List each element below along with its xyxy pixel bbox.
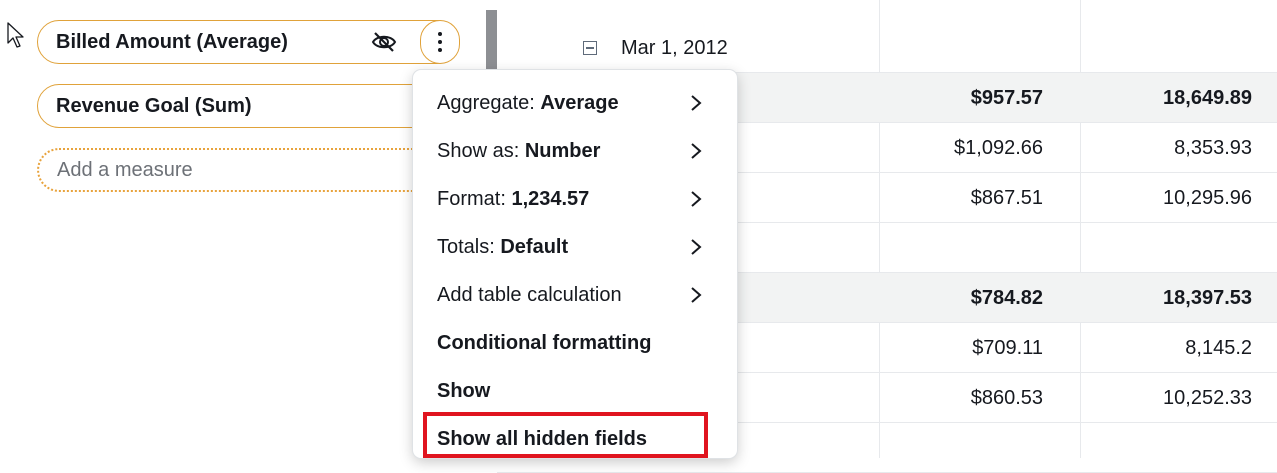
menu-item-totals[interactable]: Totals: Default — [413, 223, 737, 271]
chevron-right-icon — [691, 95, 702, 111]
menu-item-label: Format: — [437, 188, 512, 210]
vertical-ellipsis-icon — [438, 32, 442, 36]
cell-billed-amount: $1,092.66 — [954, 137, 1043, 159]
cell-revenue-goal: 18,649.89 — [1163, 87, 1252, 109]
menu-item-label: Conditional formatting — [437, 332, 652, 354]
chevron-right-icon — [691, 143, 702, 159]
cell-billed-amount: $784.82 — [970, 287, 1043, 309]
menu-item-label: Aggregate: — [437, 92, 541, 114]
menu-item-value: Default — [500, 236, 569, 258]
menu-item-value: 1,234.57 — [511, 188, 590, 210]
add-measure-placeholder: Add a measure — [57, 158, 193, 181]
menu-item-label: Show — [437, 380, 491, 402]
menu-item-value: Number — [524, 140, 601, 162]
measure-pill-billed-amount[interactable]: Billed Amount (Average) — [37, 20, 460, 64]
measure-pill-revenue-goal[interactable]: Revenue Goal (Sum) — [37, 84, 459, 128]
menu-item-conditional-formatting[interactable]: Conditional formatting — [413, 319, 737, 367]
measure-pill-label: Billed Amount (Average) — [56, 30, 288, 53]
menu-item-add-table-calculation[interactable]: Add table calculation — [413, 271, 737, 319]
menu-item-label: Totals: — [437, 236, 501, 258]
add-measure-drop-zone[interactable]: Add a measure — [37, 148, 459, 192]
cursor-arrow-icon — [7, 22, 24, 48]
eye-off-icon[interactable] — [370, 30, 398, 54]
cell-revenue-goal: 10,295.96 — [1163, 187, 1252, 209]
cell-billed-amount: $957.57 — [970, 87, 1043, 109]
highlight-annotation-box — [423, 412, 708, 458]
cell-revenue-goal: 8,145.2 — [1185, 337, 1252, 359]
chevron-right-icon — [691, 239, 702, 255]
field-context-menu: Aggregate: Average Show as: Number Forma… — [413, 70, 737, 458]
cell-revenue-goal: 18,397.53 — [1163, 287, 1252, 309]
measure-pill-label: Revenue Goal (Sum) — [56, 94, 252, 117]
field-more-options-button[interactable] — [420, 20, 460, 64]
cell-billed-amount: $867.51 — [970, 187, 1043, 209]
group-label: Mar 1, 2012 — [621, 37, 728, 59]
table-group-row: Mar 1, 2012 — [497, 23, 1277, 73]
cell-billed-amount: $860.53 — [970, 387, 1043, 409]
menu-item-value: Average — [540, 92, 619, 114]
collapse-minus-icon[interactable] — [583, 41, 597, 55]
menu-item-aggregate[interactable]: Aggregate: Average — [413, 79, 737, 127]
menu-item-label: Show as: — [437, 140, 525, 162]
menu-item-format[interactable]: Format: 1,234.57 — [413, 175, 737, 223]
chevron-right-icon — [691, 191, 702, 207]
menu-item-show-as[interactable]: Show as: Number — [413, 127, 737, 175]
cell-revenue-goal: 10,252.33 — [1163, 387, 1252, 409]
menu-item-label: Add table calculation — [437, 284, 622, 306]
cell-billed-amount: $709.11 — [972, 337, 1043, 359]
cell-revenue-goal: 8,353.93 — [1174, 137, 1252, 159]
chevron-right-icon — [691, 287, 702, 303]
menu-item-show[interactable]: Show — [413, 367, 737, 415]
